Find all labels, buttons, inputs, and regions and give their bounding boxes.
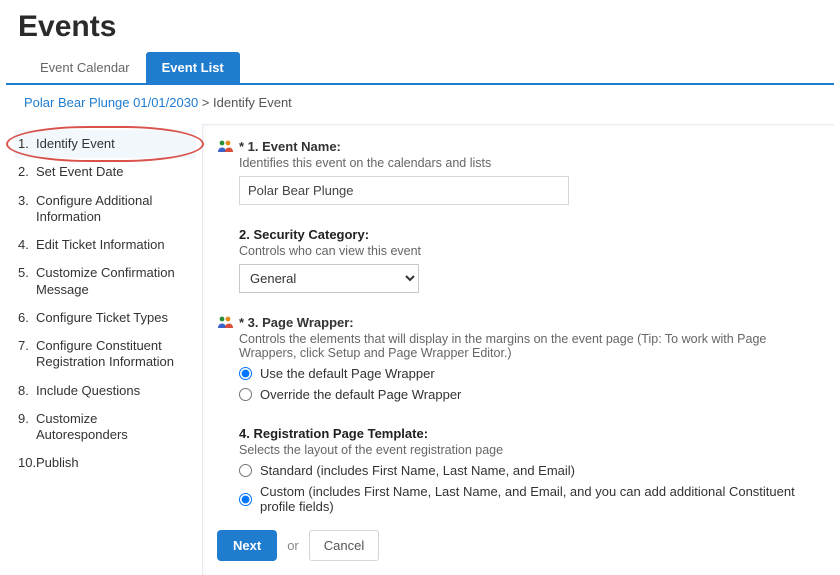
sidebar-item-label: Configure Ticket Types xyxy=(36,310,192,326)
sidebar-item-set-event-date[interactable]: 2. Set Event Date xyxy=(14,158,196,186)
next-button[interactable]: Next xyxy=(217,530,277,561)
wrapper-override-label: Override the default Page Wrapper xyxy=(260,387,461,402)
sidebar-item-customize-autoresponders[interactable]: 9. Customize Autoresponders xyxy=(14,405,196,450)
sidebar-item-label: Configure Additional Information xyxy=(36,193,192,226)
wrapper-default-radio[interactable] xyxy=(239,367,252,380)
template-custom-label: Custom (includes First Name, Last Name, … xyxy=(260,484,820,514)
sidebar-item-num: 2. xyxy=(18,164,36,180)
page-wrapper-help: Controls the elements that will display … xyxy=(239,332,820,360)
sidebar-item-configure-ticket-types[interactable]: 6. Configure Ticket Types xyxy=(14,304,196,332)
sidebar-item-num: 1. xyxy=(18,136,36,152)
tab-event-calendar[interactable]: Event Calendar xyxy=(24,52,146,83)
sidebar-item-publish[interactable]: 10. Publish xyxy=(14,449,196,477)
sidebar-item-label: Set Event Date xyxy=(36,164,192,180)
page-wrapper-label: * 3. Page Wrapper: xyxy=(239,315,820,330)
breadcrumb-current: Identify Event xyxy=(213,95,292,110)
sidebar-item-num: 6. xyxy=(18,310,36,326)
page-title: Events xyxy=(6,0,834,52)
cancel-button[interactable]: Cancel xyxy=(309,530,379,561)
sidebar-item-num: 4. xyxy=(18,237,36,253)
sidebar-item-label: Publish xyxy=(36,455,192,471)
sidebar-item-include-questions[interactable]: 8. Include Questions xyxy=(14,377,196,405)
sidebar-item-num: 9. xyxy=(18,411,36,444)
registration-template-label: 4. Registration Page Template: xyxy=(239,426,820,441)
tabs: Event Calendar Event List xyxy=(6,52,834,85)
template-standard-radio[interactable] xyxy=(239,464,252,477)
sidebar-item-num: 5. xyxy=(18,265,36,298)
or-text: or xyxy=(287,538,299,553)
people-icon xyxy=(217,139,235,154)
sidebar-item-edit-ticket-info[interactable]: 4. Edit Ticket Information xyxy=(14,231,196,259)
main-panel: * 1. Event Name: Identifies this event o… xyxy=(202,124,834,575)
sidebar-item-num: 8. xyxy=(18,383,36,399)
sidebar: 1. Identify Event 2. Set Event Date 3. C… xyxy=(6,124,202,575)
sidebar-item-identify-event[interactable]: 1. Identify Event xyxy=(14,130,196,158)
sidebar-item-configure-additional-info[interactable]: 3. Configure Additional Information xyxy=(14,187,196,232)
template-standard-label: Standard (includes First Name, Last Name… xyxy=(260,463,575,478)
breadcrumb: Polar Bear Plunge 01/01/2030 > Identify … xyxy=(6,85,834,124)
breadcrumb-sep: > xyxy=(198,95,213,110)
sidebar-item-label: Include Questions xyxy=(36,383,192,399)
sidebar-item-num: 3. xyxy=(18,193,36,226)
people-icon xyxy=(217,315,235,330)
template-custom-radio[interactable] xyxy=(239,493,252,506)
sidebar-item-num: 7. xyxy=(18,338,36,371)
registration-template-help: Selects the layout of the event registra… xyxy=(239,443,820,457)
sidebar-item-label: Identify Event xyxy=(36,136,192,152)
sidebar-item-num: 10. xyxy=(18,455,36,471)
security-category-label: 2. Security Category: xyxy=(239,227,820,242)
sidebar-item-label: Customize Autoresponders xyxy=(36,411,192,444)
wrapper-override-radio[interactable] xyxy=(239,388,252,401)
sidebar-item-label: Edit Ticket Information xyxy=(36,237,192,253)
security-category-help: Controls who can view this event xyxy=(239,244,820,258)
event-name-label: * 1. Event Name: xyxy=(239,139,820,154)
breadcrumb-link[interactable]: Polar Bear Plunge 01/01/2030 xyxy=(24,95,198,110)
event-name-help: Identifies this event on the calendars a… xyxy=(239,156,820,170)
event-name-input[interactable] xyxy=(239,176,569,205)
tab-event-list[interactable]: Event List xyxy=(146,52,240,83)
security-category-select[interactable]: General xyxy=(239,264,419,293)
sidebar-item-configure-constituent-registration[interactable]: 7. Configure Constituent Registration In… xyxy=(14,332,196,377)
sidebar-item-customize-confirmation[interactable]: 5. Customize Confirmation Message xyxy=(14,259,196,304)
sidebar-item-label: Configure Constituent Registration Infor… xyxy=(36,338,192,371)
sidebar-item-label: Customize Confirmation Message xyxy=(36,265,192,298)
wrapper-default-label: Use the default Page Wrapper xyxy=(260,366,435,381)
